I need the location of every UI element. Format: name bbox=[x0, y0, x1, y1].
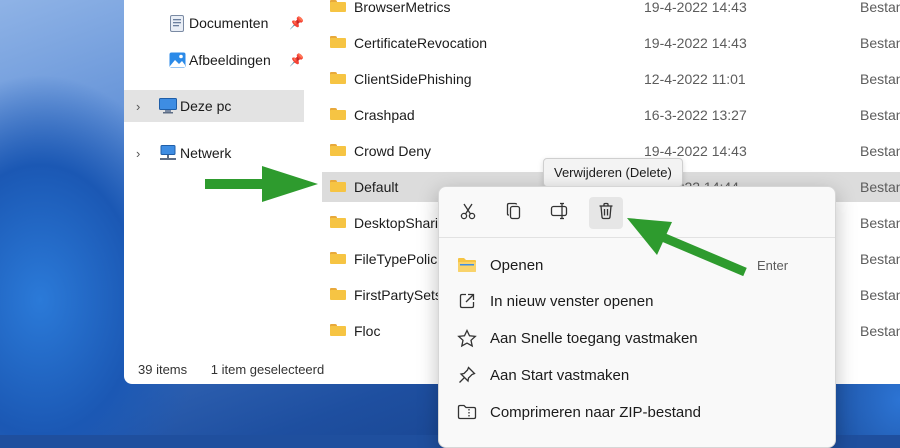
file-date: 19-4-2022 14:43 bbox=[644, 0, 747, 15]
computer-icon bbox=[159, 97, 177, 115]
file-date: 19-4-2022 14:43 bbox=[644, 143, 747, 159]
folder-icon bbox=[330, 36, 346, 48]
open-new-window-icon bbox=[457, 291, 477, 311]
nav-item-label: Documenten bbox=[189, 15, 269, 31]
documents-icon bbox=[168, 14, 186, 32]
file-name: DesktopSharin bbox=[354, 215, 446, 231]
navigation-pane: Documenten 📌 Afbeeldingen 📌 › Deze pc › … bbox=[124, 0, 316, 352]
file-type: Bestan bbox=[860, 71, 900, 87]
delete-icon bbox=[597, 202, 615, 225]
file-date: 19-4-2022 14:43 bbox=[644, 35, 747, 51]
file-type: Bestan bbox=[860, 35, 900, 51]
menu-item-label: Openen bbox=[490, 256, 544, 274]
nav-item-label: Netwerk bbox=[180, 145, 232, 161]
folder-icon bbox=[330, 288, 346, 300]
folder-icon bbox=[330, 108, 346, 120]
status-bar: 39 items 1 item geselecteerd bbox=[138, 362, 344, 377]
delete-tooltip: Verwijderen (Delete) bbox=[543, 158, 683, 187]
folder-open-icon bbox=[457, 255, 477, 275]
nav-item-label: Afbeeldingen bbox=[189, 52, 271, 68]
nav-item-afbeeldingen[interactable]: Afbeeldingen 📌 bbox=[124, 44, 304, 76]
file-name: ClientSidePhishing bbox=[354, 71, 472, 87]
zip-icon bbox=[457, 402, 477, 422]
folder-icon bbox=[330, 252, 346, 264]
cut-button[interactable] bbox=[451, 197, 485, 229]
rename-icon bbox=[550, 202, 570, 225]
copy-icon bbox=[505, 202, 523, 225]
menu-item-snelle-toegang[interactable]: Aan Snelle toegang vastmaken bbox=[439, 320, 835, 356]
chevron-right-icon[interactable]: › bbox=[136, 99, 140, 114]
nav-item-deze-pc[interactable]: › Deze pc bbox=[124, 90, 304, 122]
menu-item-zip[interactable]: Comprimeren naar ZIP-bestand bbox=[439, 394, 835, 430]
delete-button[interactable] bbox=[589, 197, 623, 229]
rename-button[interactable] bbox=[543, 197, 577, 229]
chevron-right-icon[interactable]: › bbox=[136, 146, 140, 161]
menu-item-shortcut: Enter bbox=[757, 257, 789, 273]
file-name: FirstPartySetsP bbox=[354, 287, 452, 303]
file-type: Bestan bbox=[860, 143, 900, 159]
context-menu: Openen Enter In nieuw venster openen Aan… bbox=[438, 186, 836, 448]
file-name: BrowserMetrics bbox=[354, 0, 451, 15]
folder-icon bbox=[330, 216, 346, 228]
file-name: Default bbox=[354, 179, 399, 195]
item-count: 39 items bbox=[138, 362, 188, 377]
selection-count: 1 item geselecteerd bbox=[210, 362, 325, 377]
file-type: Bestan bbox=[860, 251, 900, 267]
file-type: Bestan bbox=[860, 179, 900, 195]
folder-icon bbox=[330, 0, 346, 12]
file-row[interactable]: CertificateRevocation 19-4-2022 14:43 Be… bbox=[322, 28, 900, 58]
file-date: 16-3-2022 13:27 bbox=[644, 107, 747, 123]
file-type: Bestan bbox=[860, 215, 900, 231]
file-name: Crashpad bbox=[354, 107, 415, 123]
copy-button[interactable] bbox=[497, 197, 531, 229]
network-icon bbox=[159, 144, 177, 162]
cut-icon bbox=[459, 202, 477, 225]
pin-icon[interactable]: 📌 bbox=[289, 53, 304, 67]
file-row[interactable]: Crashpad 16-3-2022 13:27 Bestan bbox=[322, 100, 900, 130]
file-row[interactable]: BrowserMetrics 19-4-2022 14:43 Bestan bbox=[322, 0, 900, 22]
folder-icon bbox=[330, 324, 346, 336]
context-menu-toolbar bbox=[439, 187, 835, 238]
menu-item-label: Comprimeren naar ZIP-bestand bbox=[490, 403, 701, 421]
folder-icon bbox=[330, 144, 346, 156]
file-type: Bestan bbox=[860, 107, 900, 123]
menu-item-label: Aan Start vastmaken bbox=[490, 366, 630, 384]
file-name: Floc bbox=[354, 323, 381, 339]
nav-item-netwerk[interactable]: › Netwerk bbox=[124, 137, 304, 169]
menu-item-nieuw-venster[interactable]: In nieuw venster openen bbox=[439, 283, 835, 319]
file-date: 12-4-2022 11:01 bbox=[644, 71, 746, 87]
file-row[interactable]: ClientSidePhishing 12-4-2022 11:01 Besta… bbox=[322, 64, 900, 94]
nav-item-documenten[interactable]: Documenten 📌 bbox=[124, 7, 304, 39]
file-name: Crowd Deny bbox=[354, 143, 432, 159]
star-icon bbox=[457, 328, 477, 348]
file-type: Bestan bbox=[860, 287, 900, 303]
file-name: FileTypePolicie bbox=[354, 251, 449, 267]
folder-icon bbox=[330, 180, 346, 192]
nav-item-label: Deze pc bbox=[180, 98, 232, 114]
folder-icon bbox=[330, 72, 346, 84]
pictures-icon bbox=[168, 51, 186, 69]
file-type: Bestan bbox=[860, 0, 900, 15]
menu-item-label: Aan Snelle toegang vastmaken bbox=[490, 329, 698, 347]
file-type: Bestan bbox=[860, 323, 900, 339]
menu-item-openen[interactable]: Openen Enter bbox=[439, 247, 835, 283]
file-name: CertificateRevocation bbox=[354, 35, 488, 51]
pin-icon bbox=[457, 365, 477, 385]
pin-icon[interactable]: 📌 bbox=[289, 16, 304, 30]
menu-item-start-vastmaken[interactable]: Aan Start vastmaken bbox=[439, 357, 835, 393]
menu-item-label: In nieuw venster openen bbox=[490, 292, 654, 310]
